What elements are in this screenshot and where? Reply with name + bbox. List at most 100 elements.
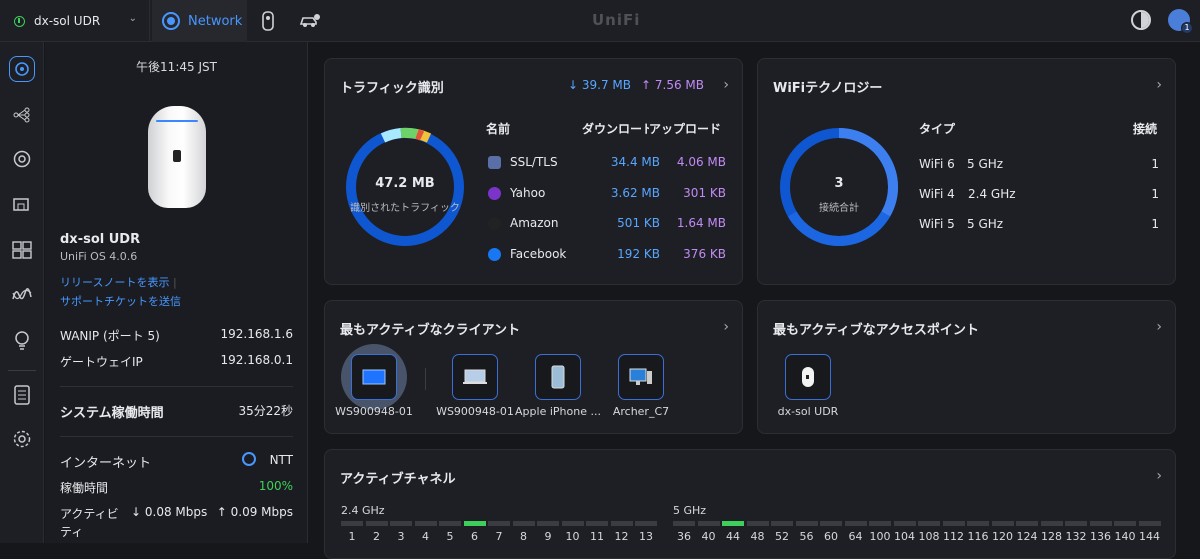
wifi-title: WiFiテクノロジー: [773, 81, 883, 96]
channel-number: 104: [894, 530, 915, 543]
channel-bar: [439, 521, 461, 526]
channel-bar: [893, 521, 916, 526]
traffic-down: ↓ 39.7 MB: [568, 78, 631, 92]
channel-bar: [1114, 521, 1136, 526]
channel-number: 132: [1065, 530, 1087, 543]
device-name: dx-sol UDR: [60, 232, 141, 247]
channel-number: 40: [701, 530, 716, 543]
traffic-total-label: 識別されたトラフィック: [350, 203, 460, 214]
band-5-label: 5 GHz: [673, 504, 707, 517]
traffic-app-down: 192 KB: [617, 247, 660, 261]
wifi-count-value: 1: [1151, 217, 1159, 231]
traffic-app-name: Facebook: [510, 247, 567, 261]
theme-toggle-icon[interactable]: [1131, 10, 1151, 30]
chevron-right-icon[interactable]: ›: [723, 319, 729, 335]
channel-number: 10: [565, 530, 580, 543]
client-label: WS900948-01: [335, 405, 413, 418]
chevron-right-icon[interactable]: ›: [1156, 319, 1162, 335]
avatar[interactable]: 1: [1168, 9, 1193, 34]
traffic-app-down: 501 KB: [617, 216, 660, 230]
ap-icon[interactable]: [785, 354, 831, 400]
client-icon-2[interactable]: [452, 354, 498, 400]
client-icon-3[interactable]: [535, 354, 581, 400]
channel-bar: [673, 521, 695, 526]
channel-bar: [697, 521, 720, 526]
camera-icon: [262, 11, 274, 31]
traffic-title: トラフィック識別: [340, 81, 444, 96]
channel-number: 9: [544, 530, 552, 543]
tab-network[interactable]: Network: [152, 0, 247, 42]
traffic-app-name: SSL/TLS: [510, 155, 558, 169]
channel-bar: [967, 521, 989, 526]
channel-bar: [746, 521, 769, 526]
traffic-app-up: 1.64 MB: [676, 216, 726, 230]
local-time: 午後11:45 JST: [136, 60, 217, 74]
channel-number: 136: [1090, 530, 1111, 543]
clients-icon[interactable]: [9, 192, 35, 218]
channel-number: 8: [520, 530, 527, 543]
aps-title: 最もアクティブなアクセスポイント: [773, 323, 979, 338]
settings-gear-icon[interactable]: [9, 426, 35, 452]
channel-bar: [1089, 521, 1112, 526]
channel-bar: [795, 521, 818, 526]
channel-number: 52: [775, 530, 789, 543]
wifi-card[interactable]: WiFiテクノロジー › 3 接続合計 タイプ 接続 WiFi 6 5 GHz 1 W…: [757, 58, 1176, 285]
wifi-count-value: 1: [1151, 187, 1159, 201]
band-24-label: 2.4 GHz: [341, 504, 385, 517]
dashboard-icon[interactable]: [9, 56, 35, 82]
channel-number: 128: [1041, 530, 1062, 543]
statistics-icon[interactable]: [9, 282, 35, 308]
topology-icon[interactable]: [9, 102, 35, 128]
release-notes-link[interactable]: リリースノートを表示 |: [60, 274, 177, 290]
channel-number: 48: [750, 530, 765, 543]
clients-card[interactable]: 最もアクティブなクライアント › WS900948-01 WS900948-01 A…: [324, 300, 743, 434]
channel-number: 3: [397, 530, 405, 543]
tab-innerspace[interactable]: [299, 12, 321, 31]
traffic-app-up: 301 KB: [683, 186, 726, 200]
traffic-card[interactable]: トラフィック識別 ↓ 39.7 MB ↑ 7.56 MB › 47.2 MB 識…: [324, 58, 743, 285]
devices-icon[interactable]: [9, 146, 35, 172]
chevron-down-icon: ⌄: [128, 13, 137, 24]
yahoo-icon: [488, 187, 501, 200]
channel-number: 6: [471, 530, 478, 543]
tab-network-label: Network: [188, 13, 243, 29]
power-icon: [14, 15, 25, 27]
channel-bar: [1138, 521, 1161, 526]
channel-number: 56: [799, 530, 814, 543]
channel-bar: [512, 521, 535, 526]
access-points-card[interactable]: 最もアクティブなアクセスポイント › dx-sol UDR: [757, 300, 1176, 434]
network-icon: [162, 12, 180, 30]
client-label: Archer_C7: [612, 405, 670, 418]
channel-number: 116: [967, 530, 989, 543]
site-selector[interactable]: dx-sol UDR ⌄: [0, 0, 150, 42]
chevron-right-icon[interactable]: ›: [1156, 77, 1162, 93]
insights-icon[interactable]: [9, 327, 35, 353]
support-ticket-link[interactable]: サポートチケットを送信: [60, 293, 181, 309]
channel-bar: [537, 521, 559, 526]
channel-bar: [942, 521, 965, 526]
col-download: ダウンロード: [582, 122, 655, 136]
wifi-band: 2.4 GHz: [968, 187, 1016, 201]
chevron-right-icon[interactable]: ›: [1156, 468, 1162, 484]
channel-number: 60: [824, 530, 838, 543]
udr-device-image: [148, 106, 206, 208]
logs-icon[interactable]: [9, 382, 35, 408]
channel-number: 112: [943, 530, 964, 543]
isp-icon: [241, 452, 256, 466]
channel-number: 44: [726, 530, 740, 543]
amazon-icon: [488, 217, 501, 230]
col-type: タイプ: [919, 122, 956, 136]
traffic-app-name: Yahoo: [510, 186, 546, 200]
col-upload: アップロード: [649, 120, 722, 137]
ports-icon[interactable]: [9, 237, 35, 263]
tab-protect[interactable]: [262, 11, 274, 34]
client-icon-4[interactable]: [618, 354, 664, 400]
chevron-right-icon[interactable]: ›: [723, 77, 729, 93]
notification-badge: 1: [1181, 22, 1193, 34]
channel-number: 120: [992, 530, 1013, 543]
channel-number: 124: [1016, 530, 1038, 543]
client-icon-1[interactable]: [351, 354, 397, 400]
channel-number: 12: [614, 530, 629, 543]
channel-bar: [414, 521, 437, 526]
col-connections: 接続: [1133, 122, 1158, 136]
